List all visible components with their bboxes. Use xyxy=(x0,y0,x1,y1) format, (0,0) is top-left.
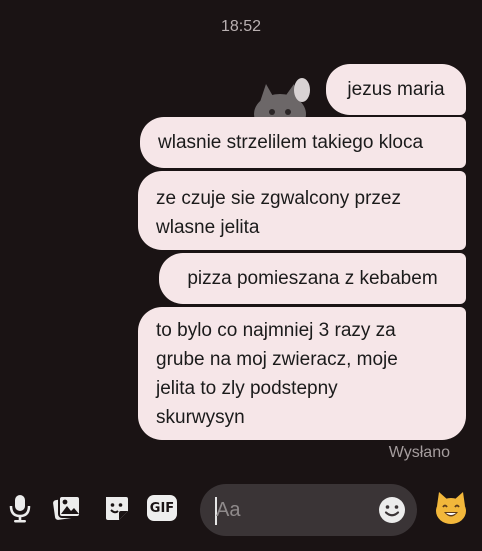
emoji-icon[interactable] xyxy=(377,495,407,525)
cat-emoji-icon[interactable] xyxy=(433,490,469,526)
gallery-button[interactable] xyxy=(51,492,83,524)
message-bubble[interactable]: wlasnie strzelilem takiego kloca xyxy=(140,117,466,168)
message-text-line: jelita to zly podstepny xyxy=(156,378,338,399)
sticker-button[interactable] xyxy=(100,492,132,524)
message-text-line: wlasne jelita xyxy=(156,217,260,238)
message-input-container[interactable] xyxy=(200,484,417,536)
message-bubble[interactable]: to bylo co najmniej 3 razy za grube na m… xyxy=(138,307,466,440)
sticker-icon xyxy=(106,497,128,520)
composer-bar: GIF xyxy=(0,480,482,540)
message-timestamp: 18:52 xyxy=(220,18,262,35)
message-text: wlasnie strzelilem takiego kloca xyxy=(158,132,424,153)
message-text-line: ze czuje sie zgwalcony przez xyxy=(156,188,401,209)
message-text: pizza pomieszana z kebabem xyxy=(187,268,438,289)
microphone-icon xyxy=(9,495,31,523)
message-text-line: grube na moj zwieracz, moje xyxy=(156,349,398,370)
gif-button[interactable]: GIF xyxy=(146,492,178,524)
gallery-icon xyxy=(53,495,81,520)
sent-status: Wysłano xyxy=(388,444,450,461)
message-bubble[interactable]: pizza pomieszana z kebabem xyxy=(159,253,466,304)
microphone-button[interactable] xyxy=(4,492,36,524)
message-text-line: to bylo co najmniej 3 razy za xyxy=(156,320,396,341)
message-bubble[interactable]: ze czuje sie zgwalcony przez wlasne jeli… xyxy=(138,171,466,250)
gif-icon: GIF xyxy=(147,495,177,521)
message-bubble[interactable]: jezus maria xyxy=(326,64,466,115)
message-text-line: skurwysyn xyxy=(156,407,245,428)
message-input[interactable] xyxy=(216,484,366,536)
message-text: jezus maria xyxy=(347,79,445,100)
chat-screen: 18:52 jezus maria wlasnie strzelilem tak… xyxy=(0,0,482,551)
